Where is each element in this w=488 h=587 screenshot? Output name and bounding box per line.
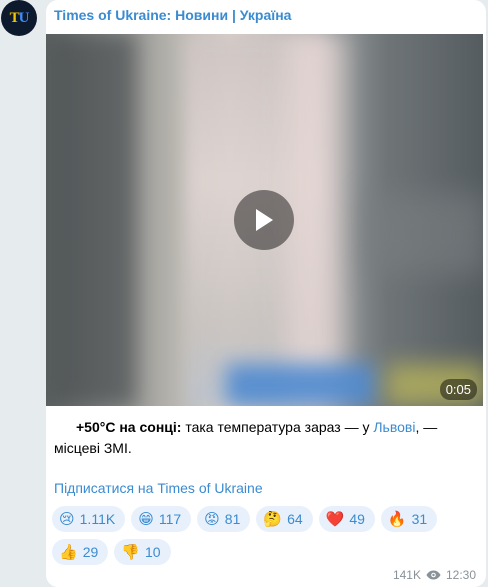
reaction-count: 49 bbox=[349, 511, 365, 527]
play-icon bbox=[256, 209, 273, 231]
channel-name[interactable]: Times of Ukraine: Новини | Україна bbox=[54, 7, 291, 23]
eye-icon bbox=[426, 570, 441, 580]
message-bubble: Times of Ukraine: Новини | Україна 0:05 … bbox=[46, 0, 486, 587]
reactions-bar: 😢 1.11K 😁 117 😡 81 🤔 64 ❤️ 49 🔥 31 👍 29 bbox=[52, 506, 472, 565]
reaction-heart[interactable]: ❤️ 49 bbox=[318, 506, 375, 532]
reaction-count: 81 bbox=[224, 511, 241, 527]
avatar-letter-u: U bbox=[18, 9, 30, 26]
reaction-thinking[interactable]: 🤔 64 bbox=[256, 506, 313, 532]
message-time: 12:30 bbox=[445, 568, 476, 582]
fire-icon: 🔥 bbox=[387, 509, 407, 528]
message-meta: 141K 12:30 bbox=[393, 568, 476, 582]
reaction-crying[interactable]: 😢 1.11K bbox=[52, 506, 126, 532]
video-preview[interactable]: 0:05 bbox=[46, 34, 483, 406]
thumbs-down-icon: 👎 bbox=[121, 542, 140, 561]
subscribe-link[interactable]: Підписатися на Times of Ukraine bbox=[54, 480, 263, 496]
crying-face-icon: 😢 bbox=[59, 509, 75, 528]
angry-face-icon: 😡 bbox=[204, 509, 220, 528]
grinning-face-icon: 😁 bbox=[138, 509, 154, 528]
thumbs-up-icon: 👍 bbox=[59, 542, 78, 561]
reaction-count: 29 bbox=[82, 544, 99, 560]
reaction-count: 117 bbox=[158, 511, 182, 527]
caption-link-lviv[interactable]: Львові bbox=[373, 419, 415, 435]
reaction-angry[interactable]: 😡 81 bbox=[197, 506, 251, 532]
reaction-count: 1.11K bbox=[79, 511, 116, 527]
reaction-fire[interactable]: 🔥 31 bbox=[380, 506, 438, 532]
reaction-thumbs-down[interactable]: 👎 10 bbox=[114, 539, 171, 565]
reaction-thumbs-up[interactable]: 👍 29 bbox=[52, 539, 109, 565]
caption-text-1: така температура зараз — у bbox=[181, 419, 374, 435]
reaction-count: 31 bbox=[411, 511, 428, 527]
avatar-letter-t: T bbox=[9, 9, 20, 26]
view-count: 141K bbox=[392, 568, 421, 582]
message-caption: +50°C на сонці: така температура зараз —… bbox=[54, 417, 464, 459]
reaction-count: 10 bbox=[144, 544, 161, 560]
reaction-grinning[interactable]: 😁 117 bbox=[131, 506, 192, 532]
reaction-count: 64 bbox=[287, 511, 303, 527]
thinking-face-icon: 🤔 bbox=[263, 509, 283, 528]
red-heart-icon: ❤️ bbox=[325, 509, 345, 528]
caption-bold-text: +50°C на сонці: bbox=[76, 419, 182, 435]
play-button[interactable] bbox=[234, 190, 294, 250]
channel-avatar[interactable]: TU bbox=[1, 0, 37, 36]
video-duration: 0:05 bbox=[439, 379, 477, 400]
